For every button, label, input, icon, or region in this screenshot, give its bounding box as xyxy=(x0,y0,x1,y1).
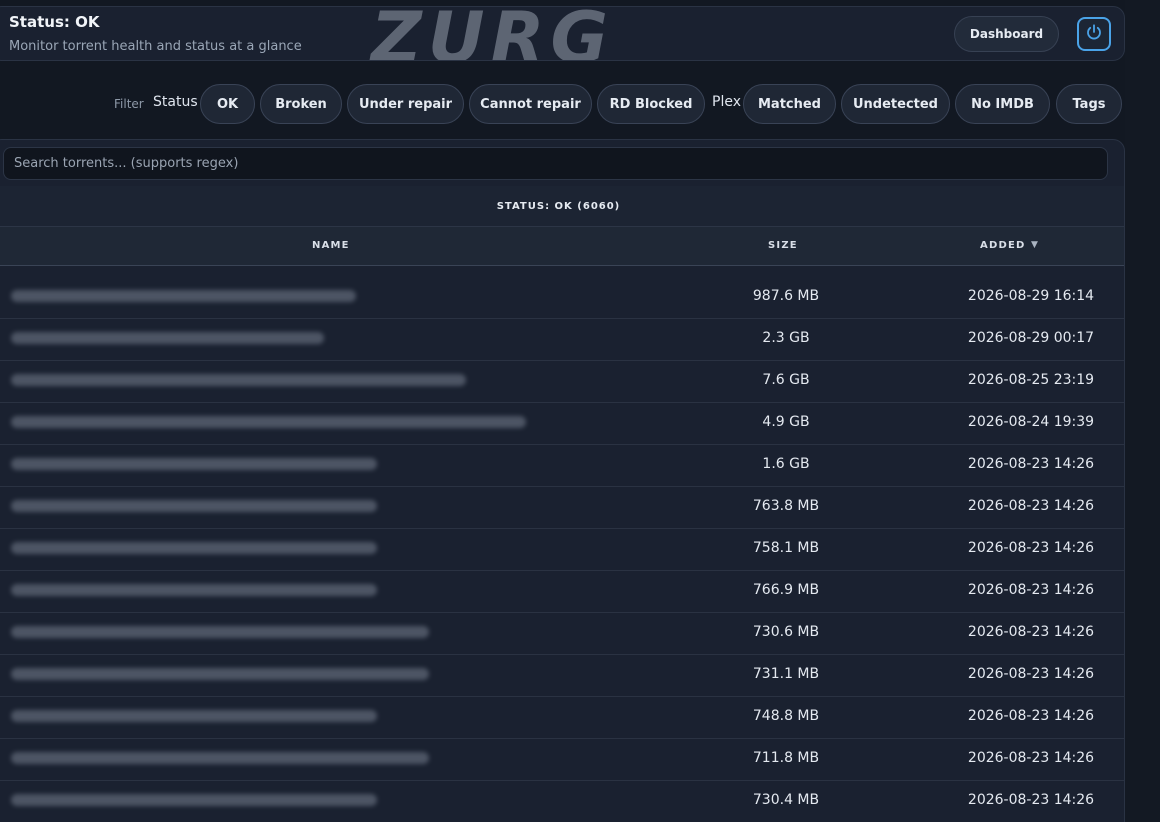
status-group-label: Status xyxy=(153,94,198,110)
power-button[interactable] xyxy=(1077,17,1111,51)
row-added: 2026-08-23 14:26 xyxy=(967,582,1095,598)
table-row[interactable]: 748.8 MB 2026-08-23 14:26 xyxy=(0,697,1124,739)
row-size: 1.6 GB xyxy=(762,456,810,472)
table-row[interactable]: 4.9 GB 2026-08-24 19:39 xyxy=(0,403,1124,445)
filter-label: Filter xyxy=(114,97,144,111)
blurred-name xyxy=(11,458,377,470)
column-header-added[interactable]: ADDED xyxy=(980,240,1025,251)
row-size: 4.9 GB xyxy=(762,414,810,430)
torrent-panel: Search torrents... (supports regex) STAT… xyxy=(0,139,1125,822)
row-size: 711.8 MB xyxy=(752,750,820,766)
row-added: 2026-08-29 16:14 xyxy=(967,288,1095,304)
row-size: 2.3 GB xyxy=(762,330,810,346)
right-gutter xyxy=(1125,0,1160,822)
row-added: 2026-08-23 14:26 xyxy=(967,666,1095,682)
blurred-name xyxy=(11,794,377,806)
power-icon xyxy=(1085,23,1103,45)
blurred-name xyxy=(11,500,377,512)
blurred-name xyxy=(11,584,377,596)
filter-chip-rd-blocked[interactable]: RD Blocked xyxy=(597,84,705,124)
blurred-name xyxy=(11,290,356,302)
dashboard-button[interactable]: Dashboard xyxy=(954,16,1059,52)
table-row[interactable]: 730.6 MB 2026-08-23 14:26 xyxy=(0,613,1124,655)
table-row[interactable]: 758.1 MB 2026-08-23 14:26 xyxy=(0,529,1124,571)
row-added: 2026-08-23 14:26 xyxy=(967,540,1095,556)
column-header-name[interactable]: NAME xyxy=(312,240,350,251)
table-row[interactable]: 711.8 MB 2026-08-23 14:26 xyxy=(0,739,1124,781)
filter-chip-tags[interactable]: Tags xyxy=(1056,84,1122,124)
blurred-name xyxy=(11,626,429,638)
row-size: 731.1 MB xyxy=(752,666,820,682)
page-title: Status: OK xyxy=(9,13,100,31)
row-added: 2026-08-23 14:26 xyxy=(967,624,1095,640)
filter-chip-no-imdb[interactable]: No IMDB xyxy=(955,84,1050,124)
table-header: NAME SIZE ADDED ▼ xyxy=(0,226,1124,266)
row-added: 2026-08-23 14:26 xyxy=(967,498,1095,514)
row-size: 766.9 MB xyxy=(752,582,820,598)
row-added: 2026-08-25 23:19 xyxy=(967,372,1095,388)
row-added: 2026-08-23 14:26 xyxy=(967,750,1095,766)
plex-group-label: Plex xyxy=(712,94,741,110)
blurred-name xyxy=(11,668,429,680)
section-title: STATUS: OK (6060) xyxy=(0,186,1124,226)
row-size: 987.6 MB xyxy=(752,288,820,304)
table-row[interactable]: 2.3 GB 2026-08-29 00:17 xyxy=(0,319,1124,361)
row-size: 748.8 MB xyxy=(752,708,820,724)
row-size: 758.1 MB xyxy=(752,540,820,556)
sort-desc-icon: ▼ xyxy=(1031,240,1040,250)
row-size: 7.6 GB xyxy=(762,372,810,388)
blurred-name xyxy=(11,752,429,764)
filter-chip-ok[interactable]: OK xyxy=(200,84,255,124)
search-input[interactable]: Search torrents... (supports regex) xyxy=(3,147,1108,180)
row-size: 763.8 MB xyxy=(752,498,820,514)
filter-chip-broken[interactable]: Broken xyxy=(260,84,342,124)
row-added: 2026-08-29 00:17 xyxy=(967,330,1095,346)
page-subtitle: Monitor torrent health and status at a g… xyxy=(9,39,302,54)
table-row[interactable]: 763.8 MB 2026-08-23 14:26 xyxy=(0,487,1124,529)
filter-chip-cannot-repair[interactable]: Cannot repair xyxy=(469,84,592,124)
table-row[interactable]: 1.6 GB 2026-08-23 14:26 xyxy=(0,445,1124,487)
row-size: 730.6 MB xyxy=(752,624,820,640)
blurred-name xyxy=(11,416,526,428)
zurg-logo: ZURG xyxy=(371,6,614,61)
filter-chip-matched[interactable]: Matched xyxy=(743,84,836,124)
table-row[interactable]: 7.6 GB 2026-08-25 23:19 xyxy=(0,361,1124,403)
row-added: 2026-08-23 14:26 xyxy=(967,708,1095,724)
filter-chip-undetected[interactable]: Undetected xyxy=(841,84,950,124)
blurred-name xyxy=(11,542,377,554)
column-header-size[interactable]: SIZE xyxy=(768,240,798,251)
blurred-name xyxy=(11,374,466,386)
table-row[interactable]: 731.1 MB 2026-08-23 14:26 xyxy=(0,655,1124,697)
blurred-name xyxy=(11,710,377,722)
row-size: 730.4 MB xyxy=(752,792,820,808)
table-row[interactable]: 766.9 MB 2026-08-23 14:26 xyxy=(0,571,1124,613)
filter-chip-under-repair[interactable]: Under repair xyxy=(347,84,464,124)
table-body: 987.6 MB 2026-08-29 16:14 2.3 GB 2026-08-2… xyxy=(0,277,1124,822)
table-row[interactable]: 730.4 MB 2026-08-23 14:26 xyxy=(0,781,1124,822)
row-added: 2026-08-23 14:26 xyxy=(967,456,1095,472)
row-added: 2026-08-23 14:26 xyxy=(967,792,1095,808)
row-added: 2026-08-24 19:39 xyxy=(967,414,1095,430)
blurred-name xyxy=(11,332,324,344)
table-row[interactable]: 987.6 MB 2026-08-29 16:14 xyxy=(0,277,1124,319)
